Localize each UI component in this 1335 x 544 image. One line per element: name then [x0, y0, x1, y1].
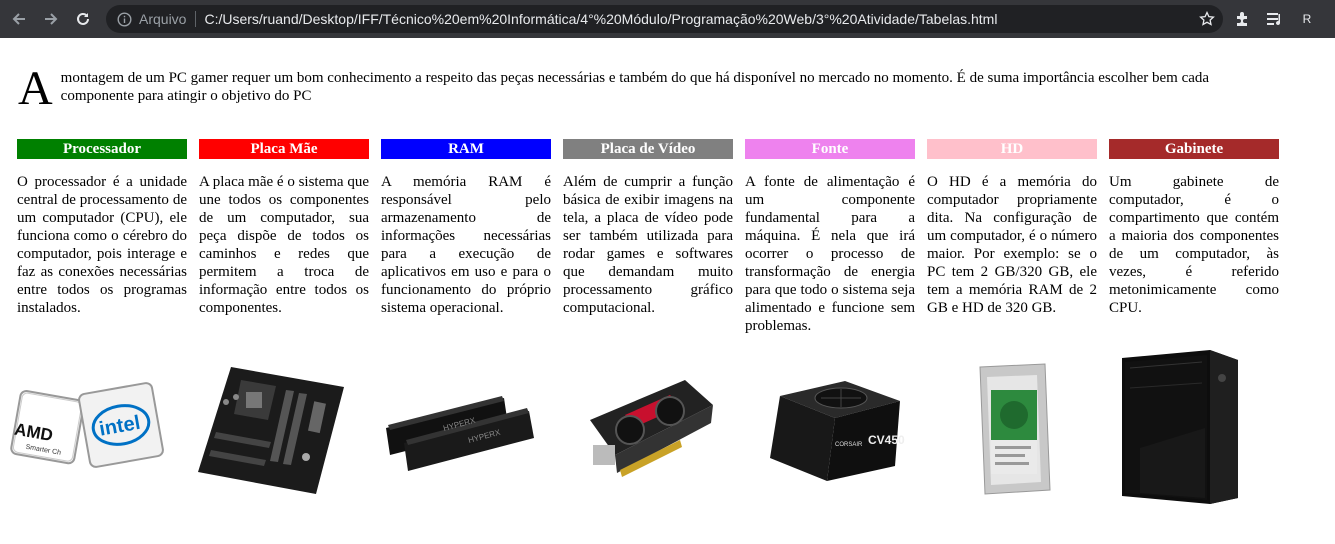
- column-description: A placa mãe é o sistema que une todos os…: [199, 174, 369, 316]
- component-column: Gabinete Um gabinete de computador, é o c…: [1109, 139, 1279, 335]
- forward-arrow-icon[interactable]: [38, 6, 64, 32]
- star-icon[interactable]: [1199, 10, 1215, 27]
- column-header: Placa Mãe: [199, 139, 369, 159]
- component-column: Placa Mãe A placa mãe é o sistema que une…: [199, 139, 369, 335]
- info-icon[interactable]: [116, 11, 132, 27]
- component-column: Fonte A fonte de alimentação é um compone…: [745, 139, 915, 335]
- browser-toolbar: Arquivo C:/Users/ruand/Desktop/IFF/Técni…: [0, 0, 1335, 38]
- back-arrow-icon[interactable]: [6, 6, 32, 32]
- amd-intel-image: AMD Smarter Ch intel: [6, 380, 166, 485]
- address-bar[interactable]: Arquivo C:/Users/ruand/Desktop/IFF/Técni…: [106, 5, 1223, 33]
- graphics-card-image: [585, 375, 715, 490]
- url-text[interactable]: C:/Users/ruand/Desktop/IFF/Técnico%20em%…: [204, 11, 997, 27]
- component-column: RAM A memória RAM é responsável pelo arma…: [381, 139, 551, 335]
- column-header: Placa de Vídeo: [563, 139, 733, 159]
- column-description: O processador é a unidade central de pro…: [17, 174, 187, 316]
- column-description: Além de cumprir a função básica de exibi…: [563, 174, 733, 316]
- column-description: Um gabinete de computador, é o compartim…: [1109, 174, 1279, 316]
- column-header: HD: [927, 139, 1097, 159]
- component-column: HD O HD é a memória do computador propria…: [927, 139, 1097, 335]
- component-column: Placa de Vídeo Além de cumprir a função b…: [563, 139, 733, 335]
- scheme-label: Arquivo: [139, 11, 187, 27]
- extensions-icon[interactable]: [1232, 9, 1254, 29]
- column-header: Fonte: [745, 139, 915, 159]
- reading-list-icon[interactable]: [1264, 9, 1286, 29]
- hard-drive-image: [975, 362, 1055, 502]
- drop-cap: A: [18, 62, 53, 115]
- psu-model: CV450: [868, 433, 905, 447]
- column-description: A memória RAM é responsável pelo armazen…: [381, 174, 551, 316]
- reload-icon[interactable]: [70, 6, 96, 32]
- column-description: A fonte de alimentação é um componente f…: [745, 174, 915, 334]
- column-description: O HD é a memória do computador propriame…: [927, 174, 1097, 316]
- intro-text: montagem de um PC gamer requer um bom co…: [60, 70, 1210, 104]
- column-header: Processador: [17, 139, 187, 159]
- profile-avatar[interactable]: R: [1296, 9, 1318, 29]
- column-header: RAM: [381, 139, 551, 159]
- column-header: Gabinete: [1109, 139, 1279, 159]
- components-table: Processador O processador é a unidade cen…: [17, 139, 1279, 335]
- power-supply-image: CORSAIR CV450: [765, 376, 905, 491]
- divider: [195, 11, 197, 27]
- intro-paragraph: A montagem de um PC gamer requer um bom …: [18, 62, 1280, 115]
- component-column: Processador O processador é a unidade cen…: [17, 139, 187, 335]
- ram-image: HYPERX HYPERX: [384, 383, 540, 478]
- pc-case-image: [1110, 348, 1240, 511]
- motherboard-image: [196, 362, 346, 502]
- psu-brand: CORSAIR: [835, 442, 863, 448]
